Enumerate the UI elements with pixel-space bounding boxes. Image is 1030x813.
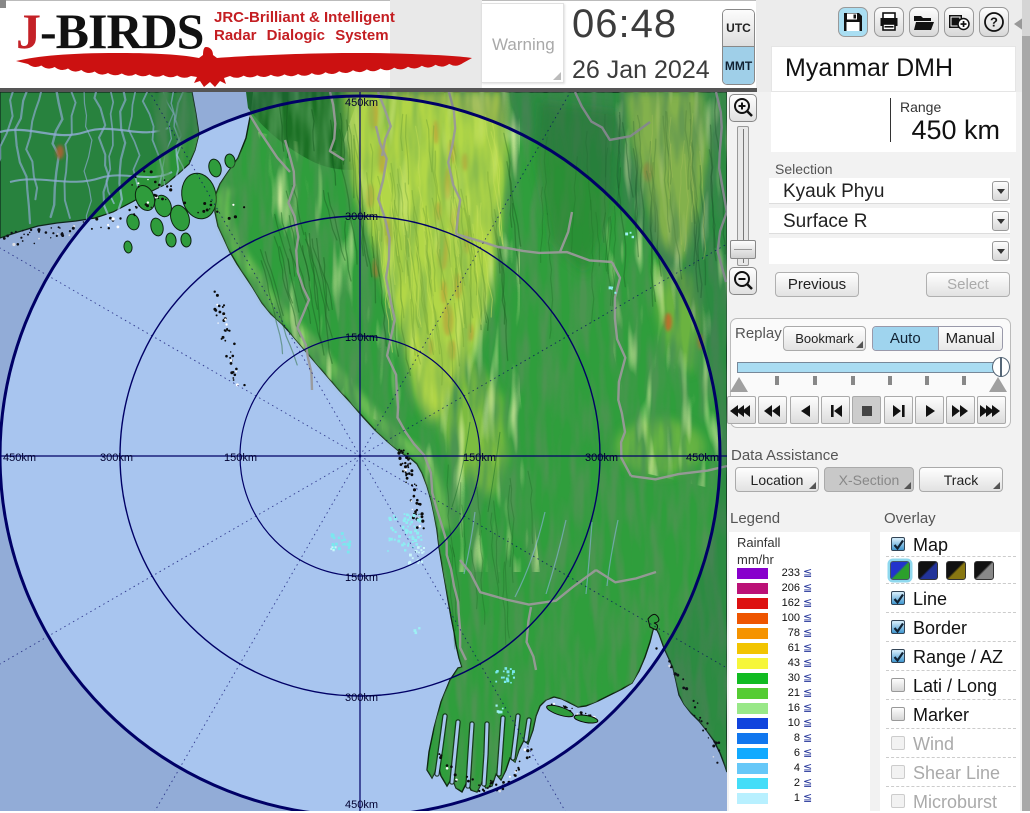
svg-text:300km: 300km bbox=[345, 692, 378, 704]
svg-text:?: ? bbox=[990, 15, 998, 30]
svg-text:150km: 150km bbox=[224, 452, 257, 464]
svg-text:450km: 450km bbox=[686, 452, 719, 464]
svg-text:150km: 150km bbox=[345, 572, 378, 584]
svg-text:450km: 450km bbox=[345, 799, 378, 811]
svg-text:300km: 300km bbox=[100, 452, 133, 464]
svg-text:150km: 150km bbox=[345, 332, 378, 344]
svg-text:300km: 300km bbox=[345, 211, 378, 223]
svg-text:150km: 150km bbox=[463, 452, 496, 464]
svg-text:450km: 450km bbox=[3, 452, 36, 464]
svg-text:450km: 450km bbox=[345, 97, 378, 109]
svg-text:300km: 300km bbox=[585, 452, 618, 464]
